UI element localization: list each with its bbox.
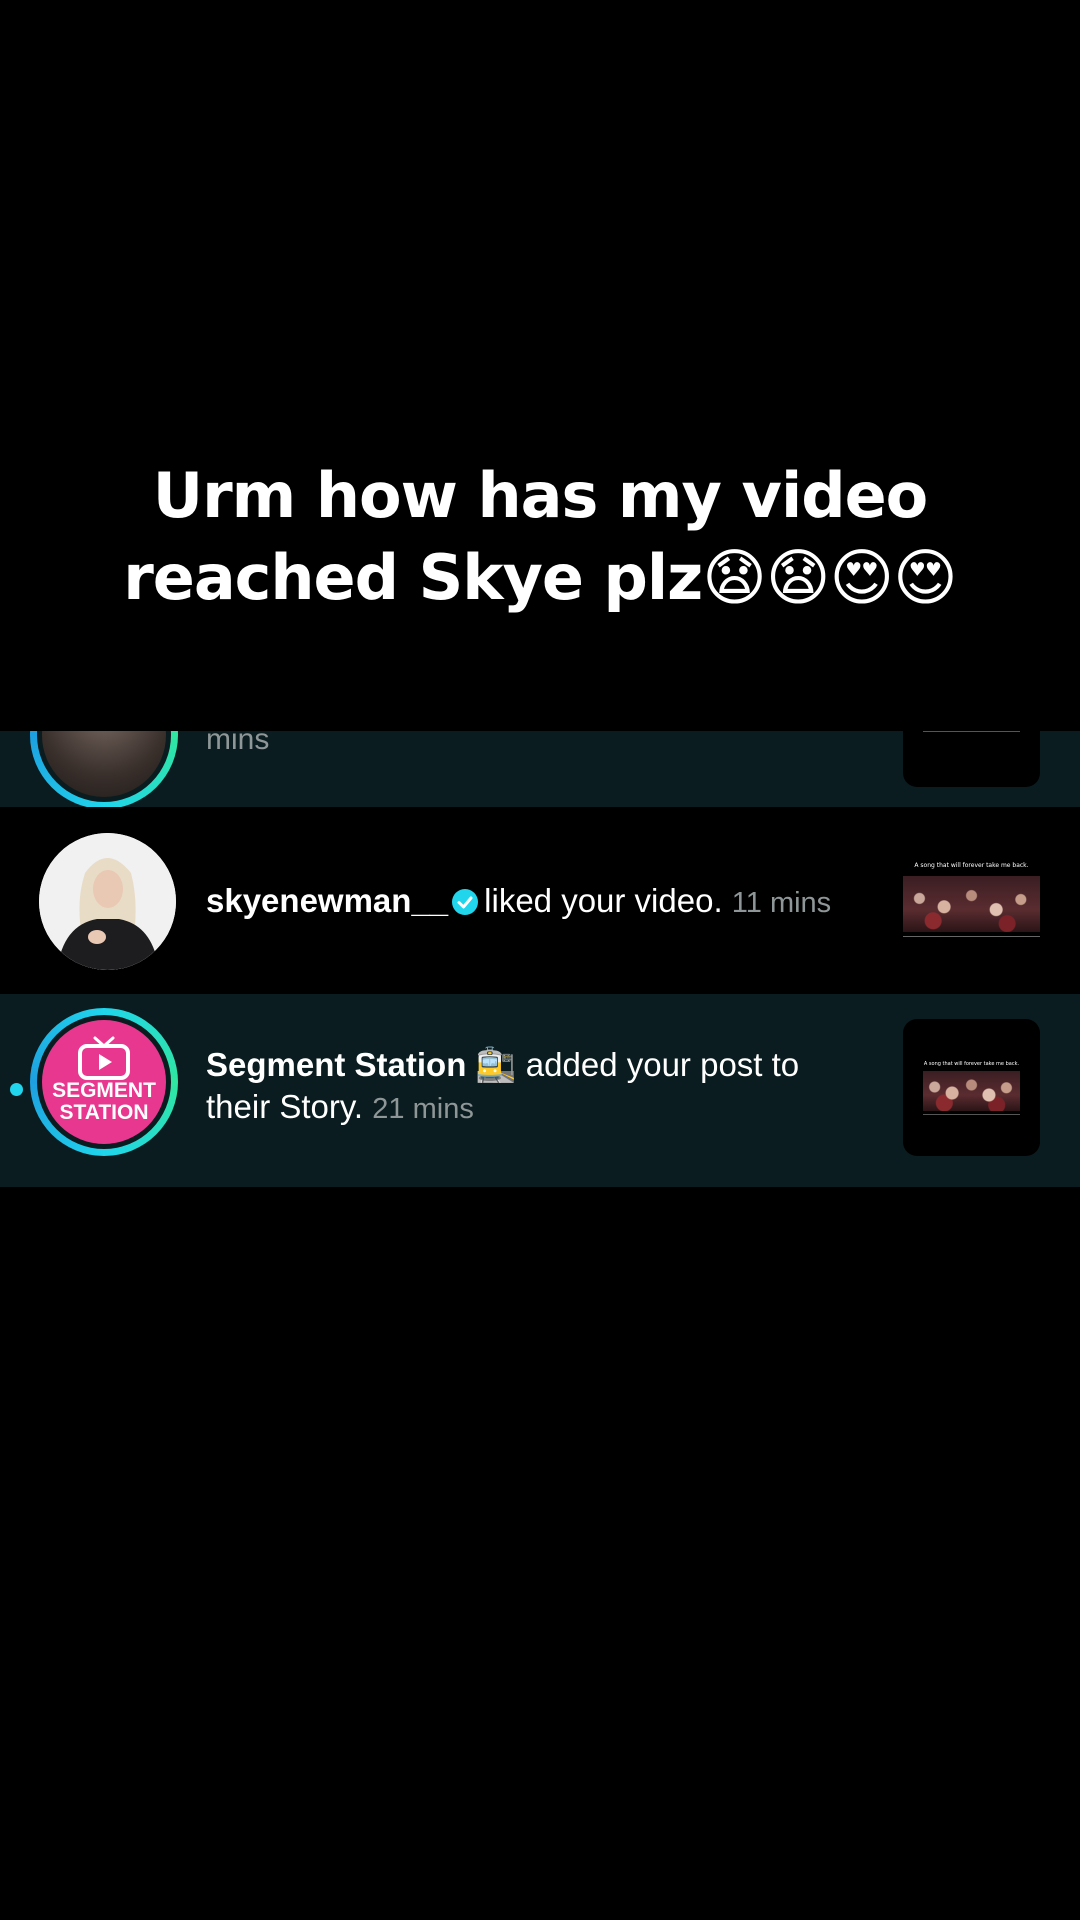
username[interactable]: skyenewman__ — [206, 882, 448, 919]
caption-line-1: Urm how has my video — [152, 459, 928, 532]
story-ring[interactable]: SEGMENT STATION — [30, 1008, 178, 1156]
brand-text-2: STATION — [59, 1101, 149, 1124]
notification-row-story[interactable]: SEGMENT STATION Segment Station 🚉 added … — [0, 994, 1080, 1187]
video-thumbnail[interactable]: A song that will forever take me back. — [903, 1019, 1040, 1156]
person-photo-icon — [39, 833, 176, 970]
username[interactable]: Segment Station — [206, 1046, 466, 1083]
tv-play-icon — [78, 1036, 130, 1080]
thumbnail-image — [903, 876, 1040, 932]
brand-text-1: SEGMENT — [52, 1079, 156, 1102]
avatar — [42, 731, 166, 797]
avatar[interactable] — [39, 833, 176, 970]
caption-line-2: reached Skye plz😧😧😍😍 — [0, 537, 1080, 619]
notification-row-partial[interactable]: mins — [0, 731, 1080, 807]
notification-time: 11 mins — [731, 887, 832, 919]
video-thumbnail[interactable]: A song that will forever take me back. — [903, 860, 1040, 940]
avatar: SEGMENT STATION — [42, 1020, 166, 1144]
notification-message: added your post to — [525, 1046, 800, 1083]
thumbnail-caption: A song that will forever take me back. — [923, 1061, 1020, 1067]
video-caption: Urm how has my video reached Skye plz😧😧😍… — [0, 455, 1080, 619]
thumbnail-image — [923, 1071, 1020, 1111]
thumbnail-caption: A song that will forever take me back. — [914, 862, 1029, 869]
notification-time: mins — [206, 731, 270, 756]
video-thumbnail[interactable] — [903, 731, 1040, 787]
story-ring[interactable] — [30, 731, 178, 807]
verified-badge-icon — [452, 889, 479, 915]
notification-time: 21 mins — [372, 1093, 474, 1125]
username-emoji: 🚉 — [475, 1046, 517, 1083]
notification-message-cont: their Story. — [206, 1088, 364, 1125]
unread-dot — [10, 1083, 23, 1096]
caption-line-2-text: reached Skye plz — [123, 541, 703, 614]
caption-emojis: 😧😧😍😍 — [702, 541, 958, 614]
notification-message: liked your video. — [484, 882, 723, 919]
notification-row-like[interactable]: skyenewman__ liked your video. 11 mins A … — [0, 807, 1080, 994]
